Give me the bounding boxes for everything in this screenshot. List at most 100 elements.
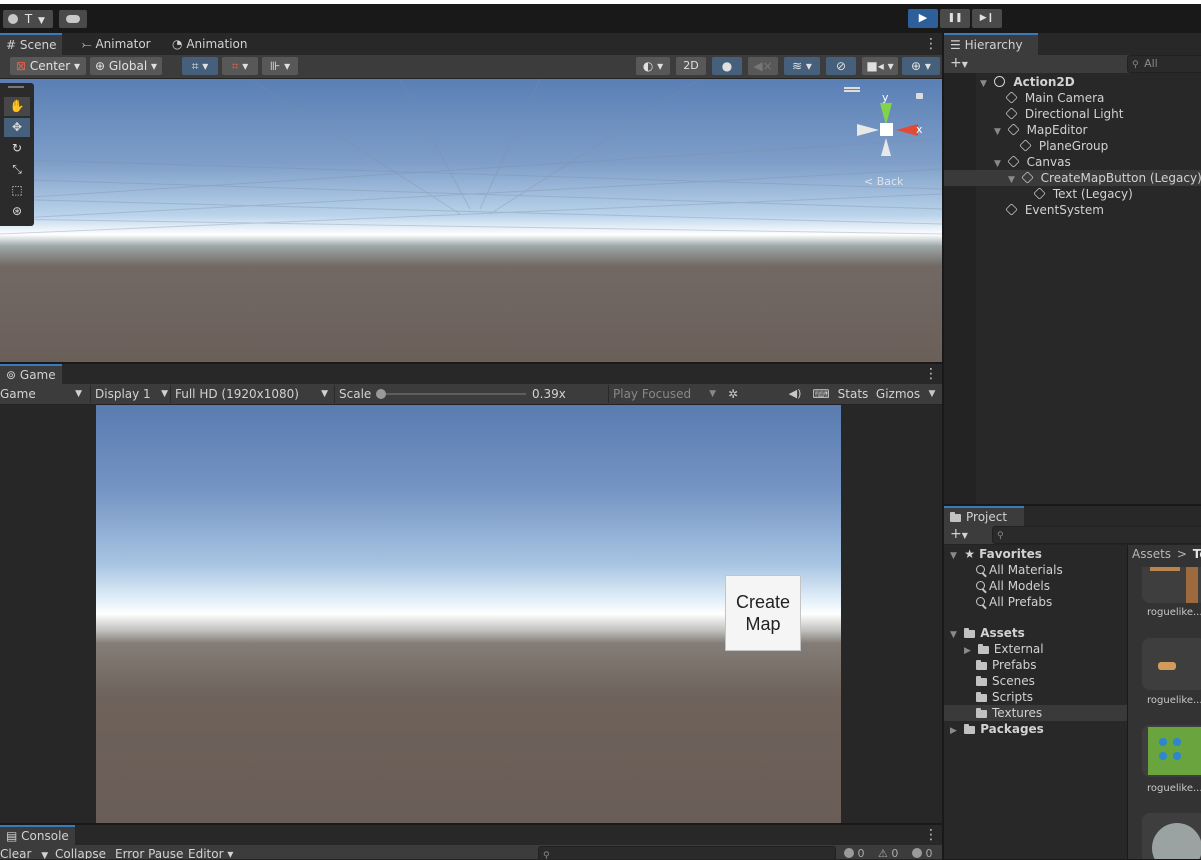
pause-button[interactable]: ❚❚ — [940, 9, 970, 28]
asset-folder-scenes[interactable]: Scenes — [944, 673, 1127, 689]
draw-mode-button[interactable]: ◐ ▾ — [636, 57, 670, 75]
breadcrumb-current[interactable]: Te — [1193, 547, 1201, 561]
favorites-header[interactable]: ▼ ★ Favorites — [944, 546, 1127, 562]
gizmo-negx-cone[interactable] — [857, 124, 879, 136]
console-panel-menu-icon[interactable]: ⋮ — [924, 828, 938, 842]
hierarchy-item-eventsystem[interactable]: EventSystem — [944, 202, 1201, 218]
palette-drag-handle[interactable] — [8, 86, 24, 88]
move-tool[interactable]: ✥ — [4, 118, 30, 137]
create-map-button[interactable]: Create Map — [725, 575, 801, 651]
game-console-splitter[interactable] — [0, 823, 942, 825]
game-mode-dropdown[interactable]: Game ▼ — [0, 385, 84, 403]
hierarchy-item-directional-light[interactable]: Directional Light — [944, 106, 1201, 122]
breadcrumb-assets[interactable]: Assets — [1132, 547, 1171, 561]
tab-project[interactable]: Project — [944, 506, 1024, 526]
hierarchy-item-text-legacy[interactable]: Text (Legacy) — [944, 186, 1201, 202]
gizmo-negy-cone[interactable] — [881, 138, 891, 156]
collapse-toggle[interactable]: Collapse — [55, 846, 106, 859]
scale-tool[interactable]: ⤡ — [4, 160, 30, 179]
clear-button[interactable]: Clear ▼ — [0, 846, 48, 859]
step-button[interactable]: ▶❙ — [972, 9, 1002, 28]
hierarchy-item-mapeditor[interactable]: ▼ MapEditor — [944, 122, 1201, 138]
project-search-input[interactable]: ⚲ — [992, 526, 1201, 544]
gizmos-dropdown-arrow[interactable]: ▼ — [924, 385, 940, 403]
favorite-item-all-materials[interactable]: All Materials — [944, 562, 1127, 578]
vertical-splitter[interactable] — [942, 33, 944, 859]
asset-folder-prefabs[interactable]: Prefabs — [944, 657, 1127, 673]
orientation-gizmo[interactable]: y x < Back — [844, 87, 930, 191]
hierarchy-item-action2d[interactable]: ▼ Action2D — [944, 74, 1201, 90]
asset-folder-external[interactable]: ▶ External — [944, 641, 1127, 657]
editor-dropdown[interactable]: Editor ▾ — [188, 846, 233, 859]
hierarchy-item-main-camera[interactable]: Main Camera — [944, 90, 1201, 106]
error-count[interactable]: 0 — [912, 846, 933, 859]
pivot-dropdown[interactable]: ⊠ Center ▾ — [10, 57, 86, 75]
rotate-tool[interactable]: ↻ — [4, 139, 30, 158]
play-button[interactable]: ▶ — [908, 9, 938, 28]
tab-scene[interactable]: # Scene — [0, 33, 63, 55]
transform-tool[interactable]: ⊛ — [4, 202, 30, 221]
effects-dropdown[interactable]: ≋ ▾ — [784, 57, 820, 75]
hierarchy-add-button[interactable]: +▼ — [950, 55, 968, 73]
cloud-button[interactable] — [59, 10, 87, 28]
debug-button[interactable]: ✲ — [722, 385, 744, 403]
hidden-objects-toggle[interactable]: ⊘ — [826, 57, 856, 75]
asset-thumbnail[interactable] — [1142, 725, 1201, 777]
gizmo-center-cube[interactable] — [880, 123, 893, 136]
scale-slider-track[interactable] — [378, 393, 526, 395]
favorite-item-all-prefabs[interactable]: All Prefabs — [944, 594, 1127, 610]
audio-toggle[interactable]: ◀× — [748, 57, 778, 75]
game-viewport[interactable]: Create Map — [96, 405, 841, 823]
hierarchy-item-canvas[interactable]: ▼ Canvas — [944, 154, 1201, 170]
packages-header[interactable]: ▶ Packages — [944, 721, 1127, 737]
error-pause-toggle[interactable]: Error Pause — [115, 846, 183, 859]
warning-count[interactable]: ⚠ 0 — [878, 846, 898, 859]
tab-game[interactable]: ⊚ Game — [0, 364, 62, 384]
lighting-toggle[interactable]: ● — [712, 57, 742, 75]
resolution-dropdown[interactable]: Full HD (1920x1080) ▼ — [170, 385, 330, 403]
scene-panel-menu-icon[interactable]: ⋮ — [924, 37, 938, 51]
tab-animator[interactable]: ⤚ Animator — [76, 33, 157, 55]
camera-dropdown[interactable]: ■◂ ▾ — [862, 57, 898, 75]
stats-button[interactable]: Stats — [834, 385, 872, 403]
assets-header[interactable]: ▼ Assets — [944, 625, 1127, 641]
scale-slider-thumb[interactable] — [376, 389, 386, 399]
scene-viewport[interactable]: ✋ ✥ ↻ ⤡ ⬚ ⊛ y x < Back — [0, 79, 942, 362]
hierarchy-item-createmapbutton[interactable]: ▼ CreateMapButton (Legacy) — [944, 170, 1201, 186]
asset-folder-scripts[interactable]: Scripts — [944, 689, 1127, 705]
asset-thumbnail[interactable] — [1142, 813, 1201, 859]
2d-toggle[interactable]: 2D — [676, 57, 706, 75]
rect-tool[interactable]: ⬚ — [4, 181, 30, 200]
asset-thumbnail[interactable] — [1142, 567, 1201, 603]
gizmo-y-cone[interactable] — [880, 103, 892, 125]
grid-snap-button[interactable]: ⌗ ▾ — [182, 57, 218, 75]
hand-tool[interactable]: ✋ — [4, 97, 30, 116]
hierarchy-item-planegroup[interactable]: PlaneGroup — [944, 138, 1201, 154]
gizmo-menu-handle[interactable] — [844, 87, 860, 89]
project-add-button[interactable]: +▼ — [950, 526, 968, 544]
asset-thumbnail[interactable] — [1142, 638, 1201, 690]
tab-animation[interactable]: ◔ Animation — [166, 33, 254, 55]
gizmo-lock-icon[interactable] — [916, 93, 923, 99]
console-search-input[interactable]: ⚲ — [538, 846, 836, 859]
hierarchy-project-splitter[interactable] — [944, 504, 1201, 506]
scene-game-splitter[interactable] — [0, 362, 942, 364]
grid-visibility-button[interactable]: ⌗ ▾ — [222, 57, 258, 75]
hierarchy-search-input[interactable]: ⚲ All — [1127, 55, 1201, 73]
expand-arrow-icon[interactable]: ▶ — [950, 723, 960, 739]
gizmos-dropdown[interactable]: ⊕ ▾ — [902, 57, 940, 75]
gizmo-x-cone[interactable] — [896, 124, 918, 136]
mute-audio-button[interactable]: ◀) — [784, 385, 806, 403]
tab-hierarchy[interactable]: ☰ Hierarchy — [944, 33, 1038, 55]
account-dropdown[interactable]: T ▼ — [3, 10, 53, 28]
asset-folder-textures[interactable]: Textures — [944, 705, 1127, 721]
display-dropdown[interactable]: Display 1 ▼ — [90, 385, 168, 403]
info-count[interactable]: 0 — [844, 846, 865, 859]
tab-console[interactable]: ▤ Console — [0, 825, 75, 845]
game-panel-menu-icon[interactable]: ⋮ — [924, 367, 938, 381]
increment-snap-button[interactable]: ⊪ ▾ — [262, 57, 298, 75]
shortcuts-button[interactable]: ⌨ — [810, 385, 832, 403]
space-dropdown[interactable]: ⊕ Global ▾ — [90, 57, 162, 75]
gizmos-button[interactable]: Gizmos — [874, 385, 922, 403]
play-focused-dropdown[interactable]: Play Focused ▼ — [608, 385, 718, 403]
